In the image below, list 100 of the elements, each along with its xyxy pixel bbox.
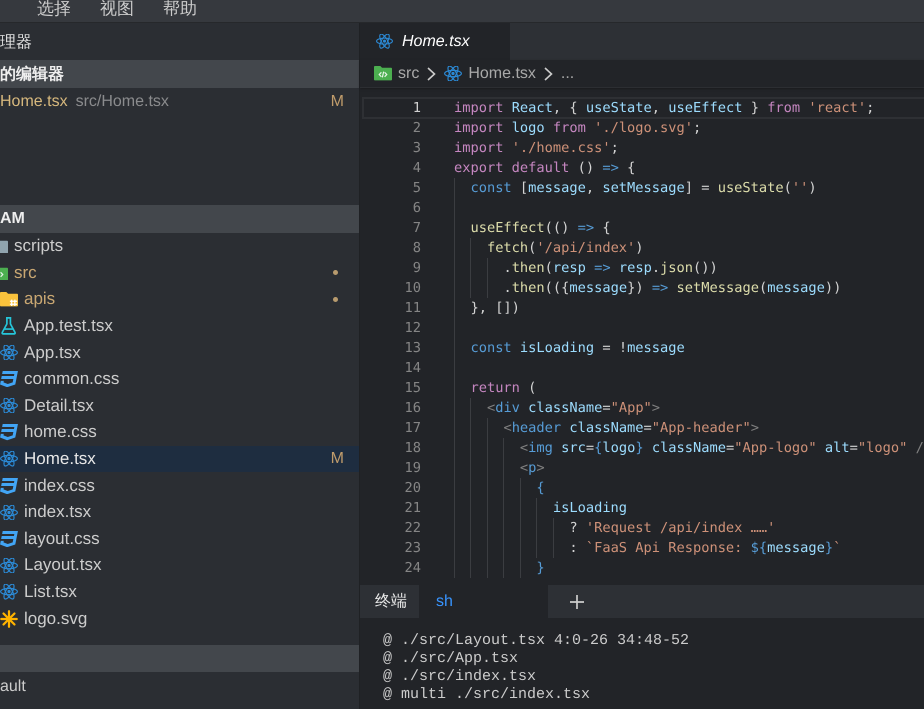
- line-number: 4: [412, 160, 421, 176]
- line-number: 21: [404, 500, 421, 516]
- code-line: useEffect(() => {: [470, 219, 611, 238]
- line-number: 19: [404, 460, 421, 476]
- react-icon: [0, 345, 18, 360]
- panel-title: 终端: [374, 592, 408, 612]
- sidebar-title: 理器: [0, 32, 32, 52]
- breadcrumb-item[interactable]: src: [374, 64, 420, 82]
- code-line: return (: [470, 379, 536, 398]
- line-number: 22: [404, 520, 421, 536]
- react-icon: [444, 66, 462, 82]
- code-line: .then(resp => resp.json()): [503, 259, 718, 278]
- tree-item[interactable]: logo.svg: [0, 605, 359, 632]
- line-number: 20: [404, 480, 421, 496]
- grid-folder-icon: [0, 292, 18, 307]
- line-number: 23: [404, 540, 421, 556]
- tree-item[interactable]: Home.tsx M: [0, 446, 359, 472]
- code-line: isLoading: [552, 499, 628, 518]
- chevron-icon: [427, 66, 436, 80]
- open-editor-item[interactable]: Home.tsx src/Home.tsx M: [0, 88, 359, 116]
- css-icon: [0, 478, 18, 494]
- folder-icon: [0, 239, 8, 254]
- line-number: 2: [412, 120, 421, 136]
- code-line: <header className="App-header">: [503, 419, 759, 438]
- tree-item[interactable]: index.tsx: [0, 498, 359, 526]
- modified-dot-icon: [333, 296, 338, 302]
- tree-item[interactable]: Layout.tsx: [0, 552, 359, 579]
- list-item[interactable]: ault: [0, 673, 26, 701]
- line-number: 6: [412, 200, 421, 216]
- line-number: 10: [404, 280, 421, 296]
- css-icon: [0, 424, 18, 441]
- modified-dot-icon: [333, 270, 338, 276]
- line-number: 3: [412, 140, 421, 156]
- code-line: fetch('/api/index'): [486, 239, 644, 258]
- terminal-tab[interactable]: sh: [419, 585, 548, 618]
- tree-item[interactable]: App.tsx: [0, 339, 359, 366]
- git-status: M: [330, 93, 344, 111]
- line-number: 12: [404, 320, 421, 336]
- line-number: 18: [404, 440, 421, 456]
- tree-item[interactable]: common.css: [0, 366, 359, 393]
- react-icon: [0, 558, 18, 573]
- code-line: const [message, setMessage] = useState(''): [470, 179, 817, 198]
- breadcrumb-item[interactable]: ...: [560, 64, 574, 82]
- asterisk-icon: [0, 610, 18, 628]
- code-line: }, []): [470, 299, 520, 318]
- tree-item[interactable]: App.test.tsx: [0, 312, 359, 340]
- terminal-line: @ ./src/App.tsx: [383, 650, 518, 668]
- line-number: 13: [404, 340, 421, 356]
- menu-item[interactable]: 帮助: [163, 0, 197, 18]
- css-icon: [0, 530, 18, 547]
- react-icon: [376, 34, 393, 49]
- tree-item[interactable]: Detail.tsx: [0, 392, 359, 420]
- code-line: .then(({message}) => setMessage(message)): [503, 279, 842, 298]
- menu-item[interactable]: 视图: [100, 0, 134, 18]
- line-number: 15: [404, 380, 421, 396]
- terminal-line: @ ./src/Layout.tsx 4:0-26 34:48-52: [383, 632, 690, 650]
- flask-icon: [1, 317, 17, 336]
- code-folder-icon: [374, 66, 392, 81]
- tree-item[interactable]: home.css: [0, 419, 359, 446]
- menu-item[interactable]: 选择: [37, 0, 71, 18]
- react-icon: [0, 451, 18, 467]
- react-icon: [0, 504, 18, 520]
- code-line: import './home.css';: [454, 139, 619, 158]
- tree-item[interactable]: index.css: [0, 472, 359, 499]
- line-number: 5: [412, 180, 421, 196]
- code-line: import logo from './logo.svg';: [454, 119, 702, 138]
- line-number: 7: [412, 220, 421, 236]
- code-line: }: [536, 559, 545, 578]
- code-line: const isLoading = !message: [470, 339, 685, 358]
- section-header[interactable]: AM: [0, 205, 359, 233]
- add-icon[interactable]: [570, 594, 584, 608]
- code-line: <img src={logo} className="App-logo" alt="logo" /: [520, 439, 924, 458]
- code-line: <div className="App">: [486, 399, 660, 418]
- line-number: 1: [412, 100, 421, 116]
- code-line: {: [536, 479, 545, 498]
- code-line: export default () => {: [454, 159, 636, 178]
- tree-item[interactable]: scripts: [0, 233, 359, 260]
- terminal-line: @ ./src/index.tsx: [383, 668, 536, 686]
- code-folder-icon: [0, 266, 8, 280]
- line-number: 9: [412, 260, 421, 276]
- tree-item[interactable]: layout.css: [0, 526, 359, 552]
- breadcrumb-item[interactable]: Home.tsx: [444, 64, 536, 82]
- line-number: 16: [404, 400, 421, 416]
- line-number: 24: [404, 560, 421, 576]
- section-header[interactable]: 的编辑器: [0, 60, 359, 88]
- terminal-line: @ multi ./src/index.tsx: [383, 686, 590, 704]
- css-icon: [0, 371, 18, 388]
- react-icon: [0, 398, 18, 414]
- chevron-icon: [544, 66, 553, 80]
- tree-item[interactable]: src: [0, 260, 359, 286]
- line-number: 14: [404, 360, 421, 376]
- code-line: ? 'Request /api/index ……': [569, 519, 776, 538]
- editor-tab[interactable]: Home.tsx: [360, 23, 510, 60]
- code-line: import React, { useState, useEffect } from 'react';: [454, 99, 874, 118]
- file-path: src/Home.tsx: [76, 93, 169, 111]
- code-line: : `FaaS Api Response: ${message}`: [569, 539, 842, 558]
- tree-item[interactable]: List.tsx: [0, 578, 359, 606]
- line-number: 8: [412, 240, 421, 256]
- tree-item[interactable]: apis: [0, 286, 359, 313]
- code-line: <p>: [520, 459, 545, 478]
